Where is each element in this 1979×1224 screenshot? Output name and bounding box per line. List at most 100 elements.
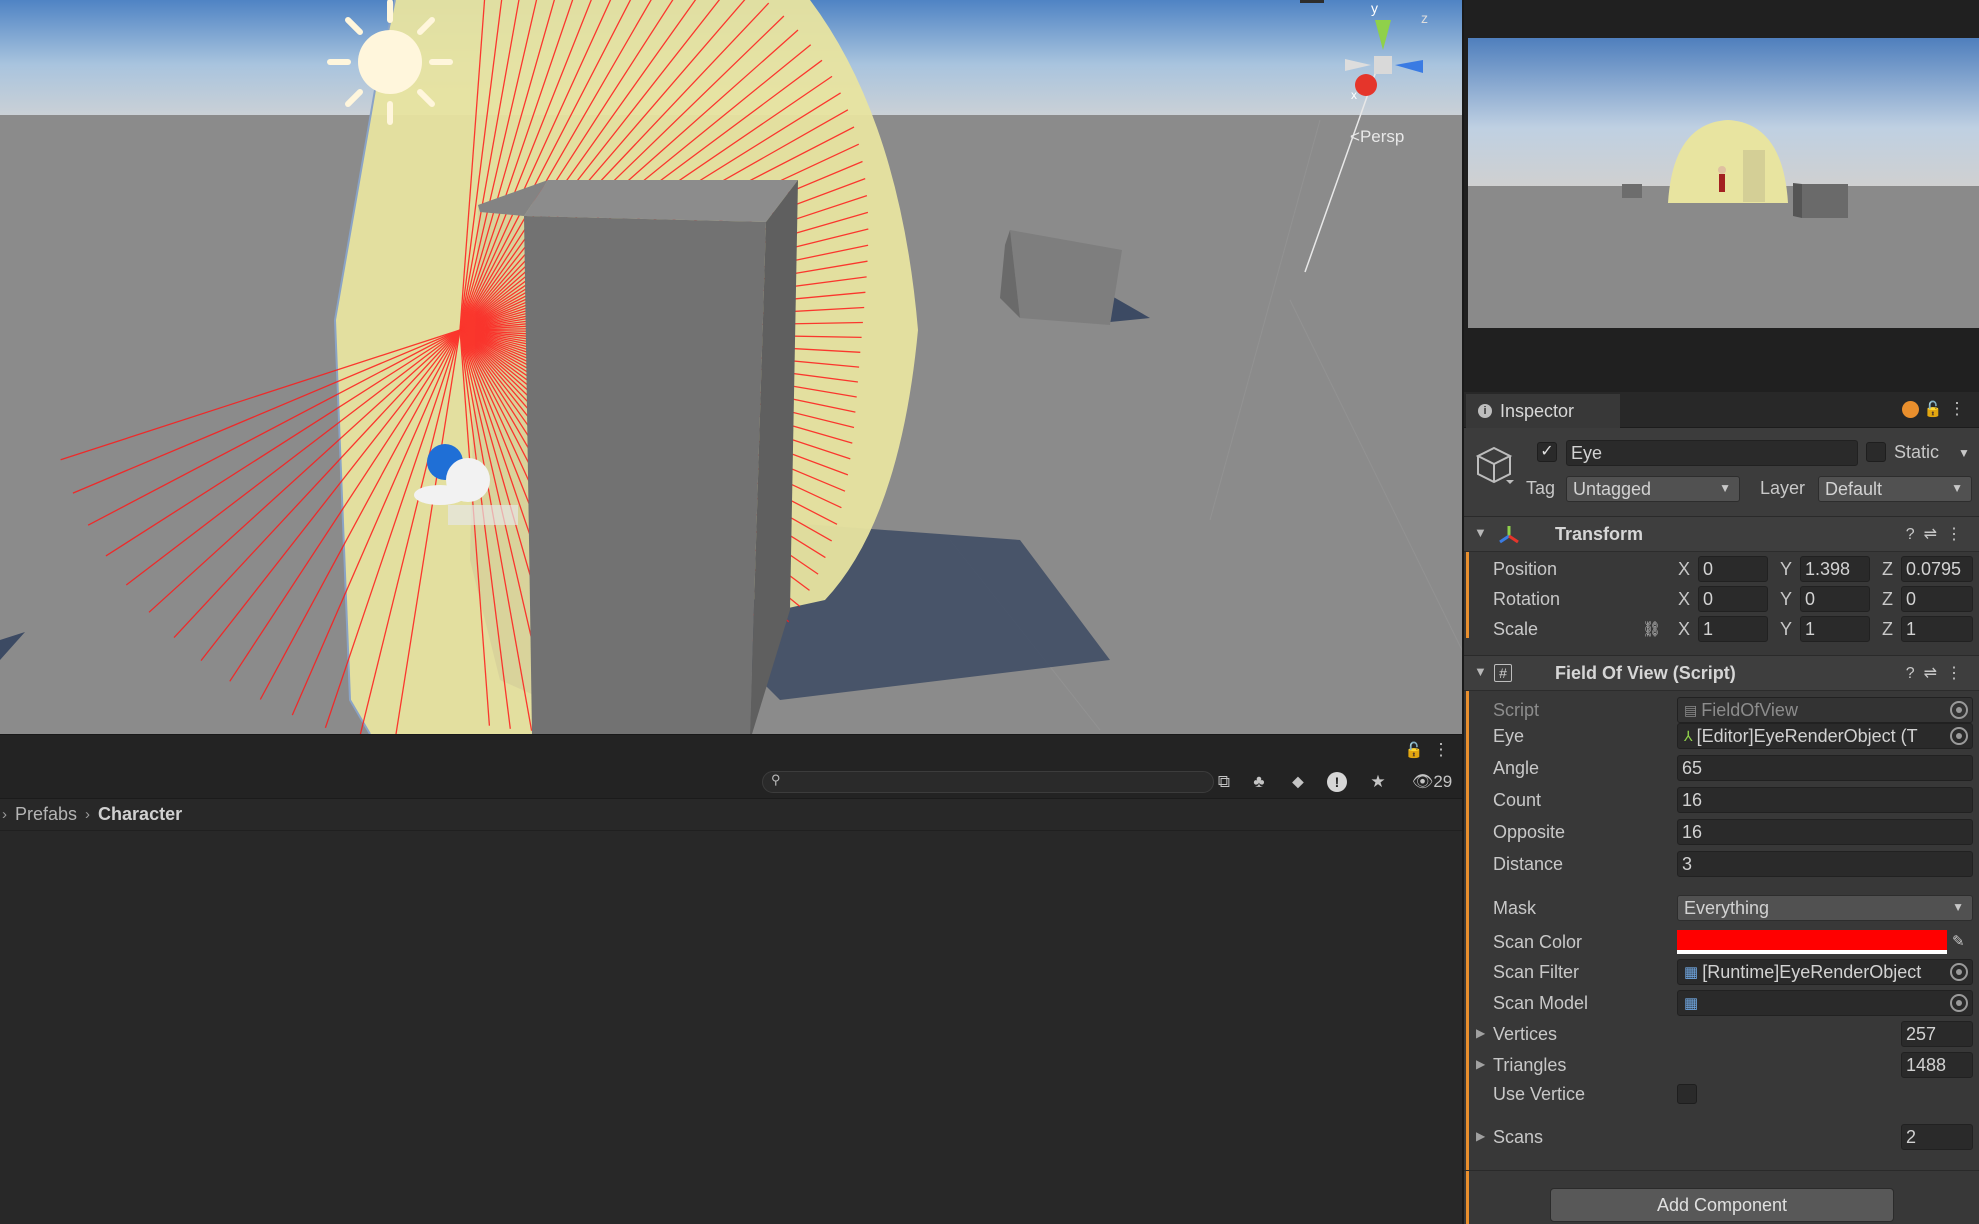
object-name-field[interactable]: Eye xyxy=(1566,440,1858,466)
scans-size-field[interactable]: 2 xyxy=(1901,1124,1973,1150)
breadcrumb-character[interactable]: Character xyxy=(98,804,182,825)
foldout-arrow-icon[interactable]: ▼ xyxy=(1474,525,1487,540)
script-hash-icon: # xyxy=(1494,664,1512,682)
lock-icon[interactable]: 🔓 xyxy=(1405,741,1424,759)
scan-model-field[interactable]: ▦ xyxy=(1677,990,1973,1016)
link-scale-icon[interactable]: ⛓ xyxy=(1642,620,1661,638)
breadcrumb-prefabs[interactable]: Prefabs xyxy=(15,804,77,825)
scale-row: Scale ⛓ X 1 Y 1 Z 1 xyxy=(1464,615,1979,643)
scan-color-swatch[interactable] xyxy=(1677,930,1947,954)
use-vertice-checkbox[interactable] xyxy=(1677,1084,1697,1104)
game-view[interactable] xyxy=(1468,38,1979,328)
rotation-x-field[interactable]: 0 xyxy=(1698,586,1768,612)
scan-model-label: Scan Model xyxy=(1493,993,1589,1013)
foldout-arrow-icon[interactable]: ▶ xyxy=(1476,1026,1485,1040)
scans-label: Scans xyxy=(1493,1127,1544,1147)
inspector-tabbar: i Inspector 🔓 ⋮ xyxy=(1464,392,1979,428)
eye-object-field[interactable]: ⅄ [Editor]EyeRenderObject (T xyxy=(1677,723,1973,749)
distance-field[interactable]: 3 xyxy=(1677,851,1973,877)
rotation-row: Rotation X 0 Y 0 Z 0 xyxy=(1464,585,1979,613)
scan-filter-field[interactable]: ▦ [Runtime]EyeRenderObject xyxy=(1677,959,1973,985)
search-by-type-icon[interactable]: ⧉ xyxy=(1212,771,1236,793)
active-checkbox[interactable]: ✓ xyxy=(1537,442,1557,462)
count-field[interactable]: 16 xyxy=(1677,787,1973,813)
gameobject-cube-icon[interactable] xyxy=(1476,446,1516,486)
z-axis-label: Z xyxy=(1882,619,1893,639)
angle-label: Angle xyxy=(1493,758,1540,778)
opposite-field[interactable]: 16 xyxy=(1677,819,1973,845)
hidden-packages-button[interactable]: 👁 29 xyxy=(1404,771,1460,793)
angle-field[interactable]: 65 xyxy=(1677,755,1973,781)
layer-value: Default xyxy=(1825,478,1883,499)
more-menu-icon[interactable]: ⋮ xyxy=(1432,740,1450,759)
transform-header[interactable]: ▼ Transform ?⇌⋮ xyxy=(1464,516,1979,552)
more-menu-icon[interactable]: ⋮ xyxy=(1948,399,1966,418)
projection-toggle[interactable]: <Persp xyxy=(1350,127,1404,147)
chevron-down-icon: ▼ xyxy=(1719,481,1731,495)
gizmo-axis-y[interactable]: y xyxy=(1371,0,1378,16)
static-checkbox[interactable] xyxy=(1866,442,1886,462)
gameobject-header: ✓ Eye Static ▼ Tag Untagged ▼ Layer Defau… xyxy=(1464,428,1979,528)
filter-by-label-icon[interactable]: ⬥ xyxy=(1286,771,1310,793)
scale-y-field[interactable]: 1 xyxy=(1800,616,1870,642)
favorite-star-icon[interactable]: ★ xyxy=(1366,771,1390,793)
info-icon: i xyxy=(1478,404,1492,418)
debug-mode-icon[interactable] xyxy=(1902,401,1919,418)
project-panel: 🔓 ⋮ ⚲ ⧉ ♣ ⬥ ! ★ 👁 29 › Prefabs › Characte… xyxy=(0,734,1462,1224)
y-axis-label: Y xyxy=(1780,559,1793,579)
hidden-count: 29 xyxy=(1433,772,1453,791)
object-picker-icon[interactable] xyxy=(1950,994,1968,1012)
gizmo-axis-z[interactable]: z xyxy=(1421,10,1428,26)
tall-block-front xyxy=(524,216,766,734)
foldout-arrow-icon[interactable]: ▼ xyxy=(1474,664,1487,679)
layer-dropdown[interactable]: Default ▼ xyxy=(1818,476,1972,502)
help-icon: ? xyxy=(1905,665,1924,682)
position-x-field[interactable]: 0 xyxy=(1698,556,1768,582)
mesh-grid-icon: ▦ xyxy=(1684,995,1699,1012)
gizmo-axis-x[interactable]: x xyxy=(1351,88,1357,102)
tab-inspector[interactable]: i Inspector xyxy=(1466,394,1620,428)
log-types-icon[interactable]: ! xyxy=(1325,770,1349,794)
component-header-icons[interactable]: ?⇌⋮ xyxy=(1906,524,1971,544)
foldout-arrow-icon[interactable]: ▶ xyxy=(1476,1129,1485,1143)
y-axis-label: Y xyxy=(1780,619,1793,639)
position-z-field[interactable]: 0.0795 xyxy=(1901,556,1973,582)
mask-dropdown[interactable]: Everything ▼ xyxy=(1677,895,1973,921)
filter-by-type-icon[interactable]: ♣ xyxy=(1247,771,1271,793)
scale-x-field[interactable]: 1 xyxy=(1698,616,1768,642)
component-header-icons[interactable]: ?⇌⋮ xyxy=(1906,663,1971,683)
object-picker-icon[interactable] xyxy=(1950,963,1968,981)
script-file-icon: ▤ xyxy=(1684,701,1698,718)
lock-icon[interactable]: 🔓 xyxy=(1924,400,1943,418)
more-menu-icon: ⋮ xyxy=(1946,526,1971,543)
rotation-z-field[interactable]: 0 xyxy=(1901,586,1973,612)
fov-component-header[interactable]: ▼ # Field Of View (Script) ?⇌⋮ xyxy=(1464,655,1979,691)
scene-canvas[interactable] xyxy=(0,0,1462,734)
object-picker-icon xyxy=(1950,701,1968,719)
chevron-down-icon: ▼ xyxy=(1952,900,1964,914)
distance-label: Distance xyxy=(1493,854,1564,874)
vertices-size-field[interactable]: 257 xyxy=(1901,1021,1973,1047)
static-dropdown-icon[interactable]: ▼ xyxy=(1958,446,1970,460)
add-component-button[interactable]: Add Component xyxy=(1550,1188,1894,1222)
scale-z-field[interactable]: 1 xyxy=(1901,616,1973,642)
mask-row: Mask Everything ▼ xyxy=(1464,894,1979,922)
scan-filter-row: Scan Filter ▦ [Runtime]EyeRenderObject xyxy=(1464,958,1979,986)
script-value: FieldOfView xyxy=(1701,699,1798,720)
projection-label: Persp xyxy=(1359,127,1405,146)
layer-label: Layer xyxy=(1760,478,1806,498)
triangles-row[interactable]: ▶ Triangles 1488 xyxy=(1464,1051,1979,1079)
search-input[interactable]: ⚲ xyxy=(762,771,1214,793)
object-picker-icon[interactable] xyxy=(1950,727,1968,745)
tag-dropdown[interactable]: Untagged ▼ xyxy=(1566,476,1740,502)
scans-row[interactable]: ▶ Scans 2 xyxy=(1464,1123,1979,1151)
foldout-arrow-icon[interactable]: ▶ xyxy=(1476,1057,1485,1071)
script-row: Script ▤ FieldOfView xyxy=(1464,696,1979,724)
vertices-row[interactable]: ▶ Vertices 257 xyxy=(1464,1020,1979,1048)
eyedropper-icon[interactable]: ✎ xyxy=(1952,932,1965,950)
triangles-size-field[interactable]: 1488 xyxy=(1901,1052,1973,1078)
position-y-field[interactable]: 1.398 xyxy=(1800,556,1870,582)
opposite-row: Opposite 16 xyxy=(1464,818,1979,846)
rotation-y-field[interactable]: 0 xyxy=(1800,586,1870,612)
scene-view[interactable]: y z x <Persp xyxy=(0,0,1462,734)
